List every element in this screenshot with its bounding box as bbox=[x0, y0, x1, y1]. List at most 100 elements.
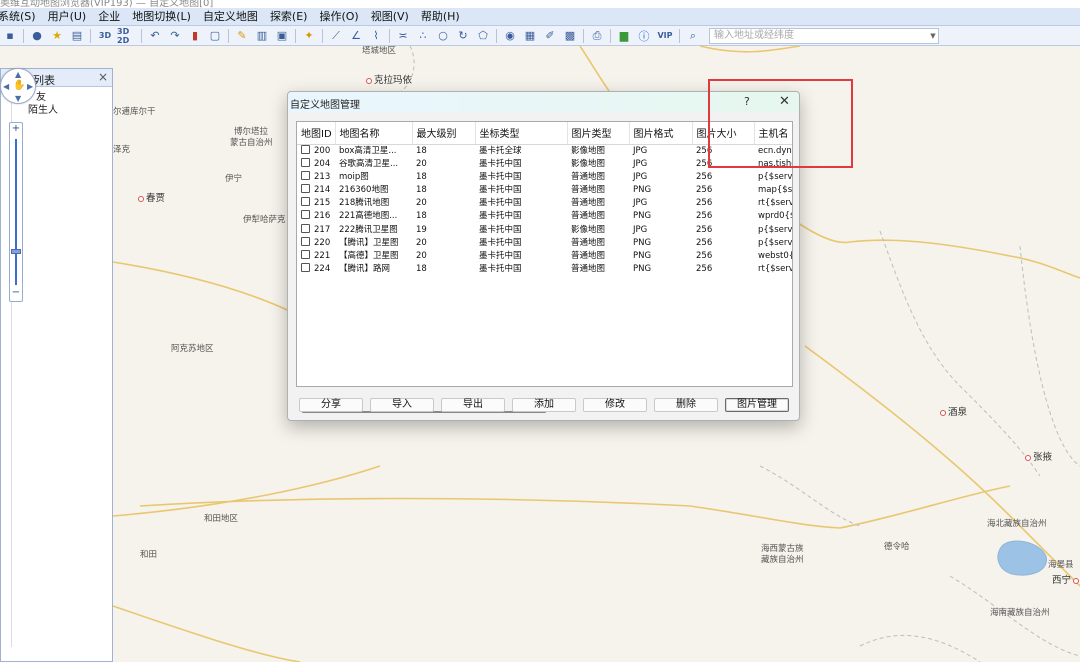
row-checkbox[interactable] bbox=[301, 197, 310, 207]
menu-user[interactable]: 用户(U) bbox=[42, 8, 93, 26]
marker-icon[interactable]: ✦ bbox=[300, 28, 318, 44]
dialog-button-row: 分享 导入 导出 添加 修改 删除 图片管理 bbox=[299, 398, 796, 412]
image-manage-button[interactable]: 图片管理 bbox=[725, 398, 789, 412]
image-icon[interactable]: ▦ bbox=[521, 28, 539, 44]
panel-close-icon[interactable]: × bbox=[98, 70, 108, 84]
row-checkbox[interactable] bbox=[301, 263, 310, 273]
frame-icon[interactable]: ▣ bbox=[273, 28, 291, 44]
row-checkbox[interactable] bbox=[301, 223, 310, 233]
row-checkbox[interactable] bbox=[301, 144, 310, 154]
globe-icon[interactable]: ◉ bbox=[501, 28, 519, 44]
cell-host: rt{$serve bbox=[758, 198, 792, 209]
cell-type: 影像地图 bbox=[571, 145, 606, 156]
zoom-slider[interactable]: + − bbox=[9, 122, 23, 302]
redo-icon[interactable]: ↷ bbox=[166, 28, 184, 44]
cell-id: 215 bbox=[297, 197, 335, 210]
menu-view[interactable]: 视图(V) bbox=[365, 8, 415, 26]
import-button[interactable]: 导入 bbox=[370, 398, 434, 412]
cell-size: 256 bbox=[696, 171, 713, 182]
cell-host: p{$serve bbox=[758, 224, 793, 235]
refresh-icon[interactable]: ↻ bbox=[454, 28, 472, 44]
tree-item-friends[interactable]: 友 bbox=[22, 91, 112, 104]
address-search-input[interactable] bbox=[710, 28, 928, 43]
add-button[interactable]: 添加 bbox=[512, 398, 576, 412]
line-icon[interactable]: ⟋ bbox=[327, 28, 345, 44]
row-checkbox[interactable] bbox=[301, 170, 310, 180]
col-header-image-type[interactable]: 图片类型 bbox=[567, 122, 630, 145]
pan-up-icon[interactable]: ▲ bbox=[15, 70, 21, 79]
table-row[interactable]: 216 221高德地图... 18 墨卡托中国 普通地图 PNG 256 wprd0{$ bbox=[297, 210, 792, 223]
cell-coord: 墨卡托中国 bbox=[479, 158, 522, 169]
cell-type: 普通地图 bbox=[571, 211, 606, 222]
table-row[interactable]: 215 218腾讯地图 20 墨卡托中国 普通地图 JPG 256 rt{$serve bbox=[297, 197, 792, 210]
ruler-icon[interactable]: ▥ bbox=[253, 28, 271, 44]
print-icon[interactable]: ⎙ bbox=[588, 28, 606, 44]
zoom-knob[interactable] bbox=[11, 249, 21, 254]
row-checkbox[interactable] bbox=[301, 249, 310, 259]
tree-item-strangers[interactable]: 陌生人 bbox=[22, 104, 112, 117]
table-row[interactable]: 214 216360地图 18 墨卡托中国 普通地图 PNG 256 map{$se bbox=[297, 183, 792, 197]
layers-icon[interactable]: ▤ bbox=[68, 28, 86, 44]
col-header-id[interactable]: 地图ID bbox=[297, 122, 336, 145]
row-id: 215 bbox=[314, 198, 331, 209]
toolbar-separator bbox=[610, 28, 611, 43]
table-row[interactable]: 224 【腾讯】路网 18 墨卡托中国 普通地图 PNG 256 rt{$serve bbox=[297, 263, 792, 276]
star-icon[interactable]: ★ bbox=[48, 28, 66, 44]
cell-max: 20 bbox=[416, 198, 427, 209]
track-icon[interactable]: ≍ bbox=[394, 28, 412, 44]
menu-operate[interactable]: 操作(O) bbox=[313, 8, 364, 26]
zoom-track[interactable] bbox=[15, 139, 17, 285]
angle-icon[interactable]: ∠ bbox=[347, 28, 365, 44]
delete-button[interactable]: 删除 bbox=[654, 398, 718, 412]
cell-type: 影像地图 bbox=[571, 224, 606, 235]
share-button[interactable]: 分享 bbox=[299, 398, 363, 412]
pencil-icon[interactable]: ✎ bbox=[233, 28, 251, 44]
table-row[interactable]: 221 【高德】卫星图 20 墨卡托中国 普通地图 PNG 256 webst0{ bbox=[297, 249, 792, 263]
col-header-max-level[interactable]: 最大级别 bbox=[412, 122, 476, 145]
chevron-down-icon[interactable]: ▼ bbox=[928, 32, 938, 40]
col-header-image-format[interactable]: 图片格式 bbox=[629, 122, 693, 145]
zoom-in-button[interactable]: + bbox=[10, 123, 22, 134]
row-checkbox[interactable] bbox=[301, 157, 310, 167]
row-checkbox[interactable] bbox=[301, 236, 310, 246]
edit-icon[interactable]: ✐ bbox=[541, 28, 559, 44]
user-icon[interactable]: ● bbox=[28, 28, 46, 44]
search-icon[interactable]: ⌕ bbox=[684, 28, 702, 44]
undo-icon[interactable]: ↶ bbox=[146, 28, 164, 44]
map-pan-control[interactable]: ▲ ▼ ◀ ▶ ✋ bbox=[0, 68, 36, 104]
chat-icon[interactable]: ▆ bbox=[615, 28, 633, 44]
3d-button[interactable]: 3D bbox=[95, 28, 115, 44]
menu-explore-item[interactable]: 探索(E) bbox=[264, 8, 314, 26]
table-row[interactable]: 213 moip图 18 墨卡托中国 普通地图 JPG 256 p{$serve bbox=[297, 170, 792, 184]
grid-icon[interactable]: ▩ bbox=[561, 28, 579, 44]
table-row[interactable]: 220 【腾讯】卫星图 20 墨卡托中国 普通地图 PNG 256 p{$serve bbox=[297, 236, 792, 250]
pan-right-icon[interactable]: ▶ bbox=[27, 82, 33, 91]
save-icon[interactable]: ▪ bbox=[1, 28, 19, 44]
menu-system[interactable]: 系统(S) bbox=[0, 8, 42, 26]
cell-coord: 墨卡托中国 bbox=[479, 198, 522, 209]
3d-2d-button[interactable]: 3D 2D bbox=[117, 27, 137, 45]
polygon-icon[interactable]: ⬠ bbox=[474, 28, 492, 44]
vip-button[interactable]: VIP bbox=[655, 28, 675, 44]
scatter-icon[interactable]: ∴ bbox=[414, 28, 432, 44]
row-checkbox[interactable] bbox=[301, 210, 310, 220]
cell-id: 213 bbox=[297, 170, 335, 184]
select-icon[interactable]: ▢ bbox=[206, 28, 224, 44]
pan-down-icon[interactable]: ▼ bbox=[15, 94, 21, 103]
menu-map-switch[interactable]: 地图切换(L) bbox=[126, 8, 197, 26]
menu-custom-map[interactable]: 自定义地图 bbox=[197, 8, 264, 26]
pan-left-icon[interactable]: ◀ bbox=[3, 82, 9, 91]
menu-help[interactable]: 帮助(H) bbox=[415, 8, 466, 26]
modify-button[interactable]: 修改 bbox=[583, 398, 647, 412]
circle-icon[interactable]: ○ bbox=[434, 28, 452, 44]
zoom-out-button[interactable]: − bbox=[10, 287, 22, 298]
row-checkbox[interactable] bbox=[301, 183, 310, 193]
table-row[interactable]: 217 222腾讯卫星图 19 墨卡托中国 影像地图 JPG 256 p{$serve bbox=[297, 223, 793, 236]
menu-enterprise[interactable]: 企业 bbox=[92, 8, 126, 26]
export-button[interactable]: 导出 bbox=[441, 398, 505, 412]
delete-icon[interactable]: ▮ bbox=[186, 28, 204, 44]
col-header-name[interactable]: 地图名称 bbox=[335, 122, 413, 145]
polyline-icon[interactable]: ⌇ bbox=[367, 28, 385, 44]
info-icon[interactable]: ⓘ bbox=[635, 28, 653, 44]
col-header-coord[interactable]: 坐标类型 bbox=[475, 122, 568, 145]
